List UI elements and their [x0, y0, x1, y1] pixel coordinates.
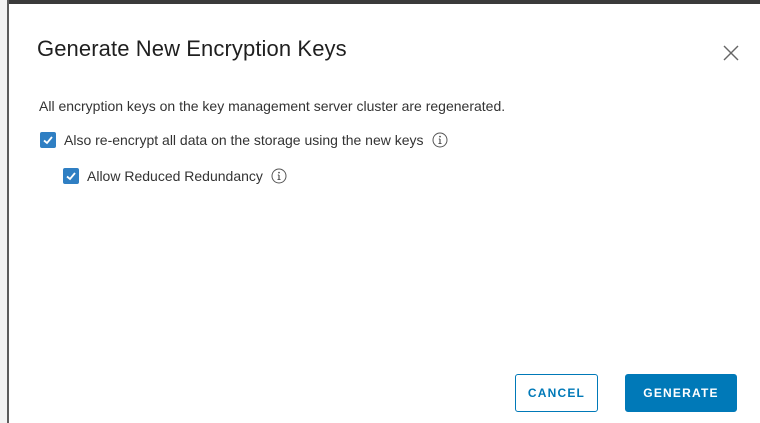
reencrypt-option: Also re-encrypt all data on the storage … — [40, 132, 448, 148]
reduced-redundancy-option: Allow Reduced Redundancy — [63, 168, 287, 184]
close-icon[interactable] — [722, 44, 740, 62]
dialog-description: All encryption keys on the key managemen… — [39, 98, 506, 114]
dialog-title: Generate New Encryption Keys — [37, 36, 347, 61]
reencrypt-label: Also re-encrypt all data on the storage … — [64, 132, 424, 148]
background-window-edge-left — [0, 0, 9, 423]
info-icon[interactable] — [271, 168, 287, 184]
generate-keys-dialog: Generate New Encryption Keys All encrypt… — [9, 4, 760, 423]
reencrypt-checkbox[interactable] — [40, 132, 56, 148]
checkmark-icon — [66, 172, 76, 181]
cancel-button[interactable]: CANCEL — [515, 374, 598, 412]
reduced-redundancy-label: Allow Reduced Redundancy — [87, 168, 263, 184]
generate-button[interactable]: GENERATE — [625, 374, 737, 412]
checkmark-icon — [43, 136, 53, 145]
reduced-redundancy-checkbox[interactable] — [63, 168, 79, 184]
info-icon[interactable] — [432, 132, 448, 148]
